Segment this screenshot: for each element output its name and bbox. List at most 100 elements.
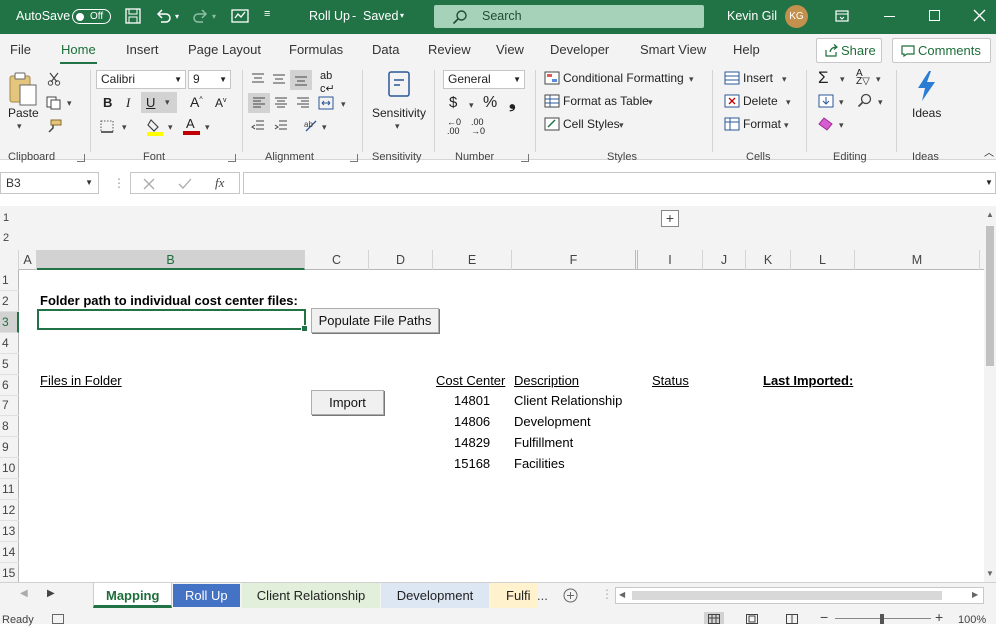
tab-file[interactable]: File <box>10 42 31 57</box>
delete-dropdown-icon[interactable]: ▾ <box>786 97 791 108</box>
copy-icon[interactable] <box>46 96 62 110</box>
comma-style-icon[interactable]: ❟ <box>509 93 516 113</box>
share-button[interactable]: Share <box>816 38 882 63</box>
underline-button[interactable]: U ▾ <box>141 92 177 113</box>
cancel-icon[interactable] <box>143 178 155 190</box>
row-header-12[interactable]: 12 <box>0 500 19 521</box>
undo-dropdown-icon[interactable]: ▾ <box>175 12 179 21</box>
macro-record-icon[interactable] <box>52 614 64 624</box>
sheet-tab-mapping[interactable]: Mapping <box>93 583 173 608</box>
percent-icon[interactable]: % <box>483 94 497 112</box>
paste-label[interactable]: Paste <box>8 106 39 120</box>
format-cells-icon[interactable] <box>724 117 740 131</box>
increase-font-icon[interactable]: A^ <box>190 94 203 110</box>
align-left-button[interactable] <box>248 93 270 113</box>
decrease-decimal-icon[interactable]: .00 →0 <box>471 118 485 136</box>
row-header-14[interactable]: 14 <box>0 542 19 563</box>
expand-formula-bar-icon[interactable]: ▼ <box>985 178 993 187</box>
find-select-dropdown-icon[interactable]: ▾ <box>878 97 883 108</box>
sensitivity-icon[interactable] <box>386 70 414 100</box>
cell-styles-icon[interactable] <box>544 117 560 131</box>
col-header-b[interactable]: B <box>37 250 305 270</box>
close-icon[interactable] <box>973 9 986 22</box>
format-label[interactable]: Format <box>743 117 781 131</box>
borders-dropdown-icon[interactable]: ▾ <box>122 122 127 133</box>
redo-dropdown-icon[interactable]: ▾ <box>212 12 216 21</box>
row-header-13[interactable]: 13 <box>0 521 19 542</box>
row-header-9[interactable]: 9 <box>0 437 19 459</box>
fill-dropdown-icon[interactable]: ▾ <box>839 97 844 108</box>
paste-icon[interactable] <box>8 72 38 106</box>
format-as-table-dropdown-icon[interactable]: ▾ <box>648 97 653 108</box>
scroll-down-icon[interactable]: ▼ <box>986 569 994 578</box>
maximize-icon[interactable] <box>929 10 940 21</box>
row-header-2[interactable]: 2 <box>0 291 19 312</box>
bold-icon[interactable]: B <box>103 95 112 110</box>
col-header-i[interactable]: I <box>638 250 703 270</box>
scroll-left-icon[interactable]: ◀ <box>619 590 625 599</box>
font-color-icon[interactable]: A <box>183 116 200 136</box>
clipboard-launcher-icon[interactable] <box>77 154 85 162</box>
formula-bar-handle-icon[interactable]: ⋮ <box>113 176 125 190</box>
normal-view-button[interactable] <box>704 612 724 624</box>
redo-icon[interactable] <box>193 8 209 24</box>
wrap-text-icon[interactable]: ab c↵ <box>320 70 335 95</box>
col-header-e[interactable]: E <box>433 250 512 270</box>
page-break-view-icon[interactable] <box>786 614 798 624</box>
align-middle-icon[interactable] <box>272 73 286 85</box>
delete-cells-icon[interactable] <box>724 94 740 108</box>
decrease-font-icon[interactable]: Av <box>215 96 227 110</box>
next-sheet-icon[interactable]: ▶ <box>47 588 55 599</box>
outline-level-2[interactable]: 2 <box>3 232 9 244</box>
insert-function-icon[interactable]: fx <box>215 175 224 191</box>
fill-color-icon[interactable] <box>146 118 164 136</box>
decrease-indent-icon[interactable] <box>251 120 265 132</box>
format-as-table-label[interactable]: Format as Table <box>563 94 649 108</box>
zoom-slider-thumb[interactable] <box>880 614 884 624</box>
collapse-ribbon-icon[interactable]: ︿ <box>984 144 994 159</box>
col-header-f[interactable]: F <box>512 250 638 270</box>
sensitivity-label[interactable]: Sensitivity <box>372 106 426 120</box>
number-format-select[interactable]: General ▼ <box>443 70 525 89</box>
fill-color-dropdown-icon[interactable]: ▾ <box>168 122 173 133</box>
autosum-icon[interactable]: Σ <box>818 68 829 88</box>
zoom-level[interactable]: 100% <box>958 614 986 626</box>
orientation-icon[interactable]: ab <box>303 118 319 134</box>
delete-label[interactable]: Delete <box>743 94 778 108</box>
font-name-select[interactable]: Calibri ▼ <box>96 70 186 89</box>
row-header-3[interactable]: 3 <box>0 311 19 333</box>
name-box[interactable]: B3 ▼ <box>0 172 99 194</box>
align-center-icon[interactable] <box>274 97 288 109</box>
folder-path-input[interactable] <box>37 309 308 332</box>
cell-styles-label[interactable]: Cell Styles <box>563 117 620 131</box>
undo-icon[interactable] <box>155 8 171 24</box>
cut-icon[interactable] <box>47 72 61 86</box>
scroll-right-icon[interactable]: ▶ <box>972 590 978 599</box>
col-header-l[interactable]: L <box>791 250 855 270</box>
sheet-tab-client-relationship[interactable]: Client Relationship <box>242 583 380 608</box>
italic-icon[interactable]: I <box>126 95 130 111</box>
format-painter-icon[interactable] <box>46 119 62 133</box>
save-status[interactable]: Saved <box>363 9 398 23</box>
populate-file-paths-button[interactable]: Populate File Paths <box>311 308 439 333</box>
prev-sheet-icon[interactable]: ◀ <box>20 588 28 599</box>
scroll-up-icon[interactable]: ▲ <box>986 210 994 219</box>
cell-styles-dropdown-icon[interactable]: ▾ <box>619 120 624 131</box>
insert-label[interactable]: Insert <box>743 71 773 85</box>
conditional-formatting-label[interactable]: Conditional Formatting <box>563 71 684 85</box>
page-layout-view-icon[interactable] <box>746 614 758 624</box>
borders-icon[interactable] <box>100 120 114 133</box>
tab-data[interactable]: Data <box>372 42 399 57</box>
ideas-label[interactable]: Ideas <box>912 106 941 120</box>
sort-filter-dropdown-icon[interactable]: ▾ <box>876 74 881 85</box>
merge-dropdown-icon[interactable]: ▾ <box>341 99 346 110</box>
insert-dropdown-icon[interactable]: ▾ <box>782 74 787 85</box>
sort-filter-icon[interactable]: A Z▽ <box>856 69 870 87</box>
col-header-a[interactable]: A <box>19 250 37 270</box>
horizontal-scrollbar[interactable]: ◀ ▶ <box>615 587 984 604</box>
vertical-scrollbar[interactable]: ▲ ▼ <box>984 208 996 582</box>
row-header-11[interactable]: 11 <box>0 479 19 500</box>
form-icon[interactable] <box>231 8 249 24</box>
col-header-c[interactable]: C <box>305 250 369 270</box>
tab-review[interactable]: Review <box>428 42 471 57</box>
